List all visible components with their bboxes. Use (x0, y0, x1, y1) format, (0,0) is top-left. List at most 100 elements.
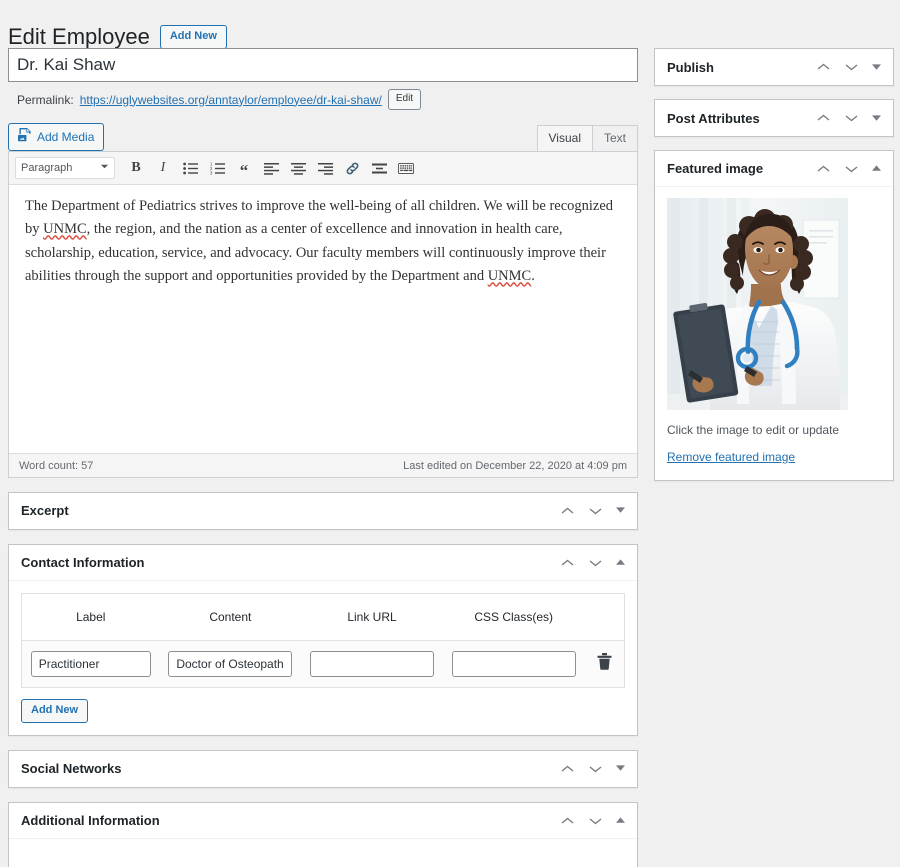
tab-text[interactable]: Text (591, 125, 638, 151)
sidebar-handles (816, 164, 881, 174)
contact-information-table: Label Content Link URL CSS Class(es) (21, 593, 625, 688)
sidebar-box-post-attributes: Post Attributes (654, 99, 894, 137)
metabox-handles (560, 816, 625, 826)
permalink-link[interactable]: https://uglywebsites.org/anntaylor/emplo… (80, 93, 382, 107)
italic-icon[interactable]: I (151, 157, 175, 179)
permalink-label: Permalink: (17, 92, 74, 107)
cell-label (21, 640, 160, 688)
last-edited: Last edited on December 22, 2020 at 4:09… (403, 459, 627, 472)
chevron-down-icon (100, 162, 109, 174)
metabox-additional-information: Additional Information (8, 802, 638, 867)
move-down-icon[interactable] (588, 764, 603, 774)
cell-link-url (301, 640, 443, 688)
numbered-list-icon[interactable]: 1 2 3 (205, 157, 229, 179)
toggle-panel-icon[interactable] (872, 63, 881, 71)
add-media-button[interactable]: Add Media (8, 123, 105, 151)
sidebar-box-post-attributes-header[interactable]: Post Attributes (655, 100, 893, 136)
toggle-panel-icon[interactable] (872, 165, 881, 172)
toggle-panel-icon[interactable] (616, 765, 625, 772)
metabox-title: Excerpt (21, 503, 69, 518)
metabox-contact-information-body: Label Content Link URL CSS Class(es) Pra… (9, 581, 637, 735)
metabox-additional-information-header[interactable]: Additional Information (9, 803, 637, 839)
metabox-additional-information-body (9, 839, 637, 867)
css-class-input[interactable] (451, 651, 576, 677)
permalink-row: Permalink: https://uglywebsites.org/annt… (8, 89, 638, 110)
label-input[interactable] (30, 651, 151, 677)
move-down-icon[interactable] (588, 558, 603, 568)
toggle-panel-icon[interactable] (872, 114, 881, 122)
content-input[interactable] (168, 651, 293, 677)
column-header-link-url: Link URL (301, 593, 443, 641)
sidebar-column: Publish Post Attributes Featured image C… (654, 48, 894, 494)
word-count: Word count: 57 (19, 459, 94, 472)
move-down-icon[interactable] (588, 816, 603, 826)
wordpress-edit-employee-screen: Edit Employee Add New Permalink: https:/… (0, 0, 900, 867)
column-header-css-class: CSS Class(es) (442, 593, 585, 641)
bulleted-list-icon[interactable] (178, 157, 202, 179)
sidebar-box-publish: Publish (654, 48, 894, 86)
align-center-icon[interactable] (286, 157, 310, 179)
move-down-icon[interactable] (588, 506, 603, 516)
metabox-title: Social Networks (21, 761, 122, 776)
misspelled-word: UNMC (43, 221, 87, 238)
toggle-panel-icon[interactable] (616, 817, 625, 824)
cell-content (159, 640, 302, 688)
media-icon (18, 128, 32, 145)
blockquote-icon[interactable]: “ (232, 157, 256, 179)
sidebar-box-publish-header[interactable]: Publish (655, 49, 893, 85)
align-right-icon[interactable] (313, 157, 337, 179)
editor-media-bar: Add Media Visual Text (8, 123, 638, 151)
move-up-icon[interactable] (816, 164, 831, 174)
move-up-icon[interactable] (816, 62, 831, 72)
cell-css-class (442, 640, 585, 688)
sidebar-box-featured-image-header[interactable]: Featured image (655, 151, 893, 187)
column-header-content: Content (159, 593, 302, 641)
move-down-icon[interactable] (844, 113, 859, 123)
read-more-icon[interactable] (367, 157, 391, 179)
main-column: Permalink: https://uglywebsites.org/annt… (8, 48, 638, 867)
toggle-panel-icon[interactable] (616, 559, 625, 566)
toolbar-toggle-icon[interactable] (394, 157, 418, 179)
table-row (21, 640, 625, 688)
move-up-icon[interactable] (560, 558, 575, 568)
bold-icon[interactable]: B (124, 157, 148, 179)
move-up-icon[interactable] (560, 816, 575, 826)
align-left-icon[interactable] (259, 157, 283, 179)
editor-mode-tabs: Visual Text (536, 125, 638, 151)
toggle-panel-icon[interactable] (616, 507, 625, 514)
sidebar-box-title: Featured image (667, 161, 764, 176)
permalink-edit-button[interactable]: Edit (387, 89, 422, 110)
misspelled-word: UNMC (487, 268, 532, 285)
editor-toolbar: Paragraph B I 1 2 3 “ (9, 152, 637, 185)
sidebar-handles (816, 62, 881, 72)
sidebar-box-title: Publish (667, 59, 714, 75)
metabox-excerpt-header[interactable]: Excerpt (9, 493, 637, 529)
sidebar-box-featured-image-body: Click the image to edit or update Remove… (655, 187, 893, 480)
move-up-icon[interactable] (816, 113, 831, 123)
paragraph-format-select[interactable]: Paragraph (15, 157, 115, 179)
editor-content-area[interactable]: The Department of Pediatrics strives to … (9, 185, 637, 453)
metabox-social-networks-header[interactable]: Social Networks (9, 751, 637, 787)
remove-featured-image-link[interactable]: Remove featured image (667, 450, 795, 464)
post-title-input[interactable] (8, 48, 638, 82)
tab-visual[interactable]: Visual (536, 125, 593, 151)
post-editor: Add Media Visual Text Paragraph B I 1 2 … (8, 123, 638, 478)
column-header-actions (584, 593, 625, 641)
contact-add-new-row: Add New (21, 699, 625, 723)
move-down-icon[interactable] (844, 164, 859, 174)
move-up-icon[interactable] (560, 764, 575, 774)
move-down-icon[interactable] (844, 62, 859, 72)
metabox-handles (560, 558, 625, 568)
metabox-handles (560, 764, 625, 774)
editor-text-part-3: . (531, 268, 535, 285)
column-header-label: Label (21, 593, 160, 641)
contact-add-new-button[interactable]: Add New (21, 699, 89, 723)
insert-link-icon[interactable] (340, 157, 364, 179)
move-up-icon[interactable] (560, 506, 575, 516)
trash-icon[interactable] (597, 653, 612, 670)
metabox-contact-information-header[interactable]: Contact Information (9, 545, 637, 581)
link-url-input[interactable] (310, 651, 434, 677)
add-new-button[interactable]: Add New (159, 25, 227, 50)
table-header-row: Label Content Link URL CSS Class(es) (21, 593, 625, 641)
featured-image-thumbnail[interactable] (667, 198, 848, 410)
